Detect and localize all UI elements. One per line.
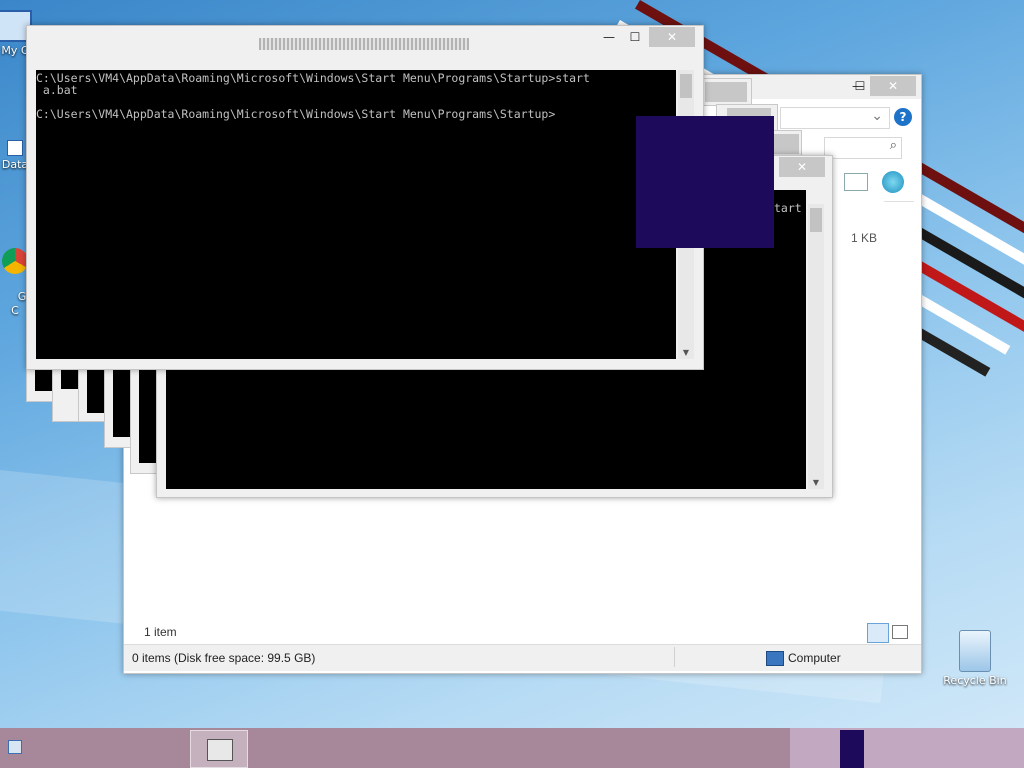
close-button[interactable]: ✕ <box>649 27 695 47</box>
maximize-button[interactable]: ☐ <box>621 28 649 46</box>
scroll-down-arrow-icon[interactable]: ▼ <box>808 478 824 487</box>
start-icon[interactable] <box>8 740 22 754</box>
console-line: C:\Users\VM4\AppData\Roaming\Microsoft\W… <box>36 71 590 85</box>
status-bar: 0 items (Disk free space: 99.5 GB) Compu… <box>124 644 921 671</box>
desktop-icon-recycle-bin[interactable]: Recycle Bin <box>940 630 1010 687</box>
scrollbar-thumb[interactable] <box>680 74 692 98</box>
console-output[interactable]: C:\Users\VM4\AppData\Roaming\Microsoft\W… <box>36 70 676 359</box>
address-bar[interactable]: ⌄ <box>780 107 890 129</box>
divider <box>884 201 914 202</box>
console-text: tart <box>774 201 802 215</box>
status-location: Computer <box>788 651 841 665</box>
window-title <box>259 38 469 50</box>
task-manager-icon <box>207 739 233 761</box>
computer-icon <box>766 651 784 666</box>
console-line: C:\Users\VM4\AppData\Roaming\Microsoft\W… <box>36 107 556 121</box>
details-view-icon[interactable] <box>867 623 889 643</box>
cmd-window: — ☐ ✕ C:\Users\VM4\AppData\Roaming\Micro… <box>26 25 704 370</box>
chrome-icon <box>2 248 28 274</box>
taskbar-block <box>840 730 864 768</box>
notification-area <box>790 728 1024 768</box>
console-fragment <box>87 369 105 413</box>
shortcut-icon <box>7 140 23 156</box>
scrollbar-thumb[interactable] <box>810 208 822 232</box>
desktop: My C Data G C Recycle Bin — ☐ ✕ ⌄ ? ⌕ 1 … <box>0 0 1024 728</box>
taskbar <box>0 728 1024 768</box>
minimize-button[interactable]: — <box>595 28 623 46</box>
taskbar-item[interactable] <box>190 730 248 768</box>
search-icon: ⌕ <box>889 138 897 153</box>
file-size-cell: 1 KB <box>851 231 878 245</box>
divider <box>674 647 675 667</box>
preview-pane-icon[interactable] <box>844 173 868 191</box>
scroll-down-arrow-icon[interactable]: ▼ <box>678 348 694 357</box>
recycle-bin-icon <box>959 630 991 672</box>
close-button[interactable]: ✕ <box>870 76 916 96</box>
chevron-down-icon[interactable]: ⌄ <box>871 108 883 124</box>
overlay-block <box>636 116 774 248</box>
vertical-scrollbar[interactable]: ▼ <box>808 204 824 489</box>
desktop-icon-label: Recycle Bin <box>943 674 1007 687</box>
desktop-icon-label: My C <box>1 44 29 57</box>
console-fragment <box>113 369 131 437</box>
console-line: a.bat <box>36 83 78 97</box>
stacked-window-frame <box>700 78 752 106</box>
desktop-icon-label: Data <box>1 158 29 171</box>
shell-icon[interactable] <box>882 171 904 193</box>
item-count: 1 item <box>144 625 177 639</box>
close-button[interactable] <box>705 82 747 102</box>
console-fragment <box>35 369 53 391</box>
close-button[interactable]: ✕ <box>779 157 825 177</box>
search-input[interactable]: ⌕ <box>824 137 902 159</box>
console-fragment <box>139 369 157 463</box>
status-text: 0 items (Disk free space: 99.5 GB) <box>132 651 316 665</box>
help-icon[interactable]: ? <box>894 108 912 126</box>
console-fragment <box>61 369 79 389</box>
large-icons-view-icon[interactable] <box>892 625 908 639</box>
desktop-icon-label: G C <box>11 290 27 317</box>
